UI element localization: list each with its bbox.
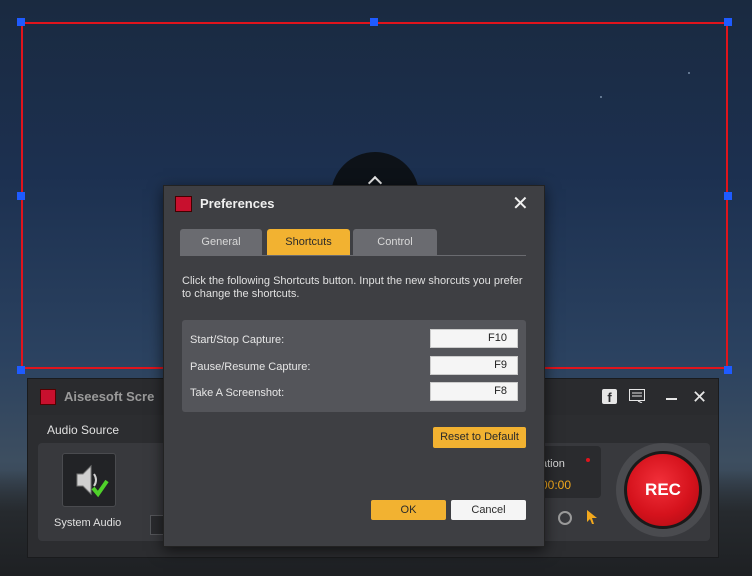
tab-general[interactable]: General (180, 229, 262, 255)
shortcut-label-start-stop: Start/Stop Capture: (190, 334, 285, 346)
minimize-icon[interactable] (666, 398, 677, 400)
facebook-icon[interactable]: f (602, 389, 617, 405)
shortcut-label-pause-resume: Pause/Resume Capture: (190, 361, 311, 373)
reset-to-default-button[interactable]: Reset to Default (433, 427, 526, 448)
system-audio-toggle[interactable] (62, 453, 116, 507)
tab-control[interactable]: Control (353, 229, 437, 255)
duration-indicator (586, 458, 590, 462)
close-icon[interactable]: ✕ (692, 388, 707, 406)
resize-handle-left[interactable] (17, 192, 25, 200)
shortcuts-description: Click the following Shortcuts button. In… (182, 275, 523, 300)
ok-button[interactable]: OK (371, 500, 446, 520)
resize-handle-bottom-left[interactable] (17, 366, 25, 374)
duration-time: 00:00 (541, 478, 572, 492)
shortcut-field-screenshot[interactable]: F8 (430, 382, 518, 401)
shortcut-label-screenshot: Take A Screenshot: (190, 387, 285, 399)
resize-handle-bottom-right[interactable] (724, 366, 732, 374)
system-audio-label: System Audio (54, 517, 122, 529)
speaker-icon (76, 464, 109, 498)
audio-source-label: Audio Source (47, 423, 120, 437)
recorder-title: Aiseesoft Scre (64, 389, 155, 404)
resize-handle-top[interactable] (370, 18, 378, 26)
shortcut-field-start-stop[interactable]: F10 (430, 329, 518, 348)
menu-list-icon[interactable] (629, 389, 645, 403)
app-logo-icon (175, 196, 192, 212)
close-icon[interactable]: ✕ (512, 194, 529, 214)
cursor-icon[interactable] (586, 509, 598, 525)
preferences-dialog: Preferences ✕ General Shortcuts Control … (163, 185, 545, 547)
cancel-button[interactable]: Cancel (451, 500, 526, 520)
alarm-clock-icon[interactable] (558, 511, 572, 525)
resize-handle-top-left[interactable] (17, 18, 25, 26)
shortcut-field-pause-resume[interactable]: F9 (430, 356, 518, 375)
shortcuts-panel: Start/Stop Capture: F10 Pause/Resume Cap… (182, 320, 526, 412)
app-logo-icon (40, 389, 56, 405)
dialog-title: Preferences (200, 196, 275, 211)
resize-handle-right[interactable] (724, 192, 732, 200)
resize-handle-top-right[interactable] (724, 18, 732, 26)
tab-divider (180, 255, 526, 256)
rec-button[interactable]: REC (624, 451, 702, 529)
tab-shortcuts[interactable]: Shortcuts (267, 229, 350, 255)
